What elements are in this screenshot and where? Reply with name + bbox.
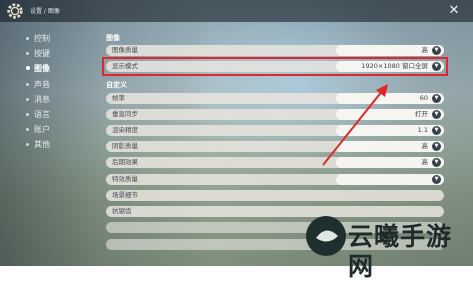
watermark-text: 云曦手游网 [348, 222, 453, 281]
